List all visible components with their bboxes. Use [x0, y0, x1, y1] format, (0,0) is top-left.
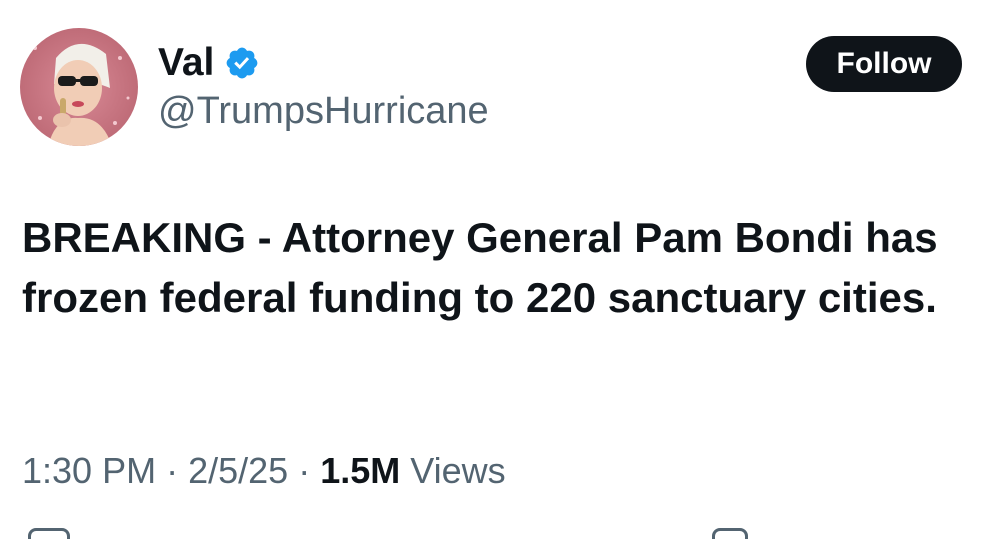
- bookmark-icon[interactable]: [712, 528, 748, 539]
- tweet-meta: 1:30 PM · 2/5/25 · 1.5M Views: [22, 448, 506, 494]
- meta-separator: ·: [298, 450, 311, 491]
- verified-badge-icon[interactable]: [224, 45, 260, 81]
- author-name-row: Val: [158, 40, 260, 86]
- author-handle[interactable]: @TrumpsHurricane: [158, 88, 489, 134]
- views-count: 1.5M: [320, 450, 401, 491]
- tweet-date[interactable]: 2/5/25: [188, 450, 288, 491]
- follow-button[interactable]: Follow: [806, 36, 962, 92]
- meta-separator: ·: [166, 450, 179, 491]
- views-label: Views: [410, 450, 506, 491]
- reply-icon[interactable]: [28, 528, 70, 539]
- profile-photo-icon: [20, 28, 138, 146]
- tweet-card: Val @TrumpsHurricane Follow BREAKING - A…: [0, 0, 1000, 539]
- author-avatar[interactable]: [20, 28, 138, 146]
- tweet-timestamp[interactable]: 1:30 PM: [22, 450, 156, 491]
- tweet-text: BREAKING - Attorney General Pam Bondi ha…: [22, 214, 938, 321]
- author-display-name[interactable]: Val: [158, 40, 214, 86]
